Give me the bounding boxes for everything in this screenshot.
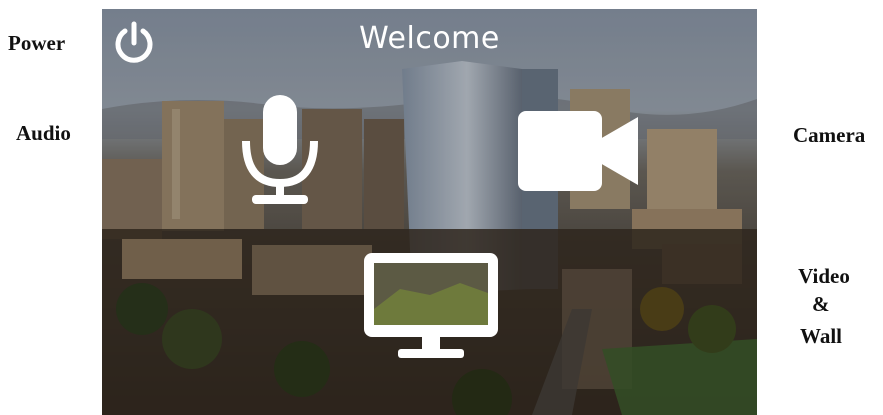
video-wall-button[interactable] <box>360 249 502 363</box>
camera-button[interactable] <box>516 109 642 193</box>
audio-label: Audio <box>16 121 71 145</box>
power-icon <box>115 21 153 63</box>
audio-button[interactable] <box>240 93 320 213</box>
camera-label: Camera <box>793 123 866 147</box>
video-label: Video <box>798 264 850 288</box>
wall-label: Wall <box>800 324 843 348</box>
video-camera-icon <box>518 111 638 191</box>
microphone-icon <box>242 95 318 204</box>
welcome-title: Welcome <box>359 21 500 56</box>
power-button[interactable] <box>112 21 156 65</box>
monitor-icon <box>364 253 498 358</box>
touch-panel: Welcome <box>102 9 757 415</box>
ampersand-label: & <box>812 292 830 316</box>
power-label: Power <box>8 31 66 55</box>
